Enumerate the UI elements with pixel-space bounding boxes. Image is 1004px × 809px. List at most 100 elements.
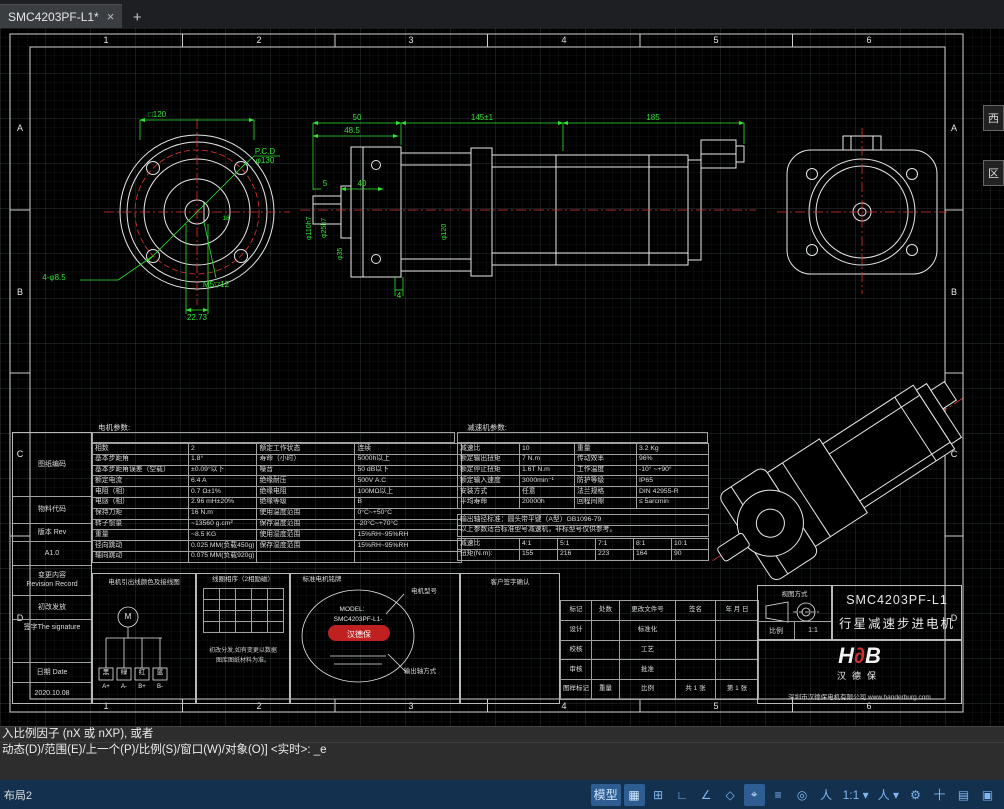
table-cell: 额定电流 <box>93 476 189 487</box>
layout-tab[interactable]: 布局2 <box>2 787 32 803</box>
drawing-code-label: 图纸编码 <box>38 460 66 469</box>
command-input-line[interactable]: 动态(D)/范围(E)/上一个(P)/比例(S)/窗口(W)/对象(O)] <实… <box>0 742 1004 757</box>
table-cell: ≤ 5arcmin <box>637 497 709 508</box>
scale-label: 比例 <box>758 622 795 639</box>
workspace-switching-button[interactable]: 人 ▾ <box>875 784 902 806</box>
snap-mode-toggle[interactable]: ⊞ <box>648 784 669 806</box>
table-cell <box>236 589 252 600</box>
signature-label: 签字The signature <box>24 623 81 632</box>
table-cell <box>592 660 620 680</box>
table-cell: 保存湿度范围 <box>257 541 355 552</box>
table-cell <box>252 622 268 633</box>
table-cell: 20000h <box>520 497 575 508</box>
tab-close-icon[interactable]: × <box>107 9 115 24</box>
table-cell: 设计 <box>561 620 592 640</box>
title-block-table: 标记处数更改文件号签名年 月 日设计标准化校核工艺审核批准图样标记重量比例共 1… <box>560 600 759 700</box>
isodraft-toggle[interactable]: ◇ <box>720 784 741 806</box>
product-model: SMC4203PF-L1 <box>833 593 961 607</box>
table-cell: 校核 <box>561 640 592 660</box>
table-cell: 216 <box>558 549 596 560</box>
reducer-table-header <box>457 432 708 443</box>
polar-tracking-toggle[interactable]: ∠ <box>696 784 717 806</box>
crosshair-button[interactable]: 十 <box>929 784 950 806</box>
customization-gear-button[interactable]: ⚙ <box>905 784 926 806</box>
table-cell: 4:1 <box>520 539 558 550</box>
motor-parameters-table: 相数2额定工作状态连续基本步距角1.8°寿命（小时）5000h以上基本步距角误差… <box>92 443 462 563</box>
table-cell: 0.025 MM(负载450g) <box>189 541 257 552</box>
table-cell: 0°C~+50°C <box>355 508 462 519</box>
date-value: 2020.10.08 <box>34 689 69 698</box>
object-snap-toggle[interactable]: ⌖ <box>744 784 765 806</box>
rev-value: A1.0 <box>45 549 59 558</box>
signature-box: 签字The signature <box>13 620 91 664</box>
side-flag-button[interactable]: 西 <box>983 105 1004 131</box>
revision-record-box: 变更内容 Revision Record <box>13 566 91 596</box>
table-cell: -20°C~+70°C <box>355 519 462 530</box>
new-tab-button[interactable]: + <box>126 6 148 28</box>
table-cell <box>252 611 268 622</box>
lineweight-toggle[interactable]: ≡ <box>768 784 789 806</box>
table-cell: 基本步距角 <box>93 454 189 465</box>
table-cell: 5000h以上 <box>355 454 462 465</box>
grid-display-toggle[interactable]: ▦ <box>624 784 645 806</box>
table-cell: -10° ~+90° <box>637 465 709 476</box>
ratio-torque-table: 减速比4:15:17:18:110:1扭矩(N.m):1552162231649… <box>457 538 709 561</box>
clean-screen-button[interactable]: ▣ <box>977 784 998 806</box>
table-cell: 批准 <box>620 660 676 680</box>
wiring-diagram-box: 电机引出线颜色及接线图 <box>92 573 196 704</box>
scale-value: 1:1 <box>795 622 831 639</box>
date-label: 日期 Date <box>37 668 68 677</box>
table-cell: 扭矩(N.m): <box>458 549 520 560</box>
table-cell: 安装方式 <box>458 487 520 498</box>
company-logo: H∂B <box>758 645 961 667</box>
table-cell: 50 dB以下 <box>355 465 462 476</box>
table-cell <box>236 622 252 633</box>
table-cell: 90 <box>672 549 709 560</box>
view-method-title: 视图方式 <box>758 586 831 598</box>
table-cell: 7 N.m <box>520 454 575 465</box>
table-cell: 5:1 <box>558 539 596 550</box>
table-cell: 工艺 <box>620 640 676 660</box>
table-cell: 签名 <box>676 601 716 621</box>
drawing-tab[interactable]: SMC4203PF-L1* × <box>0 4 122 28</box>
transparency-toggle[interactable]: ◎ <box>792 784 813 806</box>
table-cell: 第 1 张 <box>716 680 759 700</box>
table-cell: 传动效率 <box>575 454 637 465</box>
table-cell: 任意 <box>520 487 575 498</box>
table-cell <box>355 551 462 562</box>
command-history-line: 入比例因子 (nX 或 nXP), 或者 <box>0 727 1004 742</box>
table-cell: 更改文件号 <box>620 601 676 621</box>
table-cell: 额定输入速度 <box>458 476 520 487</box>
table-cell: 噪音 <box>257 465 355 476</box>
material-code-label: 物料代码 <box>38 505 66 514</box>
annotation-visibility-toggle[interactable]: 人 <box>816 784 837 806</box>
table-cell: 重量 <box>592 680 620 700</box>
table-cell: 减速比 <box>458 444 520 455</box>
reducer-notes-table: 输出轴径标准：圆头带平键（A型）GB1096-79以上参数适合标准型号减速机，非… <box>457 514 709 537</box>
rev-value-box: A1.0 <box>13 542 91 566</box>
table-cell: 平均寿命 <box>458 497 520 508</box>
table-cell: 0.7 Ω±1% <box>189 487 257 498</box>
model-space-button[interactable]: 模型 <box>591 784 621 806</box>
table-cell <box>268 600 284 611</box>
table-cell <box>204 589 220 600</box>
table-cell: ~8.5 KG <box>189 530 257 541</box>
table-cell: 保存温度范围 <box>257 519 355 530</box>
table-cell: 绝缘电阻 <box>257 487 355 498</box>
drawing-canvas[interactable]: 123456123456ABCDABCD□120P.C.Dφ13018M5▽12… <box>0 28 1004 726</box>
table-cell: 155 <box>520 549 558 560</box>
table-cell: 16 N.m <box>189 508 257 519</box>
rev-label: 版本 Rev <box>38 528 66 537</box>
motor-table-header <box>92 432 455 443</box>
table-cell <box>268 622 284 633</box>
table-cell: 标准化 <box>620 620 676 640</box>
table-cell: 0.075 MM(负载920g) <box>189 551 257 562</box>
side-flag-button[interactable]: 区 <box>983 160 1004 186</box>
table-cell: 基本步距角误差（空载） <box>93 465 189 476</box>
annotation-scale-button[interactable]: 1:1 ▾ <box>840 784 872 806</box>
table-cell: ~13560 g.cm² <box>189 519 257 530</box>
wiring-diagram-title: 电机引出线颜色及接线图 <box>93 574 195 586</box>
isolate-objects-button[interactable]: ▤ <box>953 784 974 806</box>
table-cell <box>236 611 252 622</box>
ortho-mode-toggle[interactable]: ∟ <box>672 784 693 806</box>
